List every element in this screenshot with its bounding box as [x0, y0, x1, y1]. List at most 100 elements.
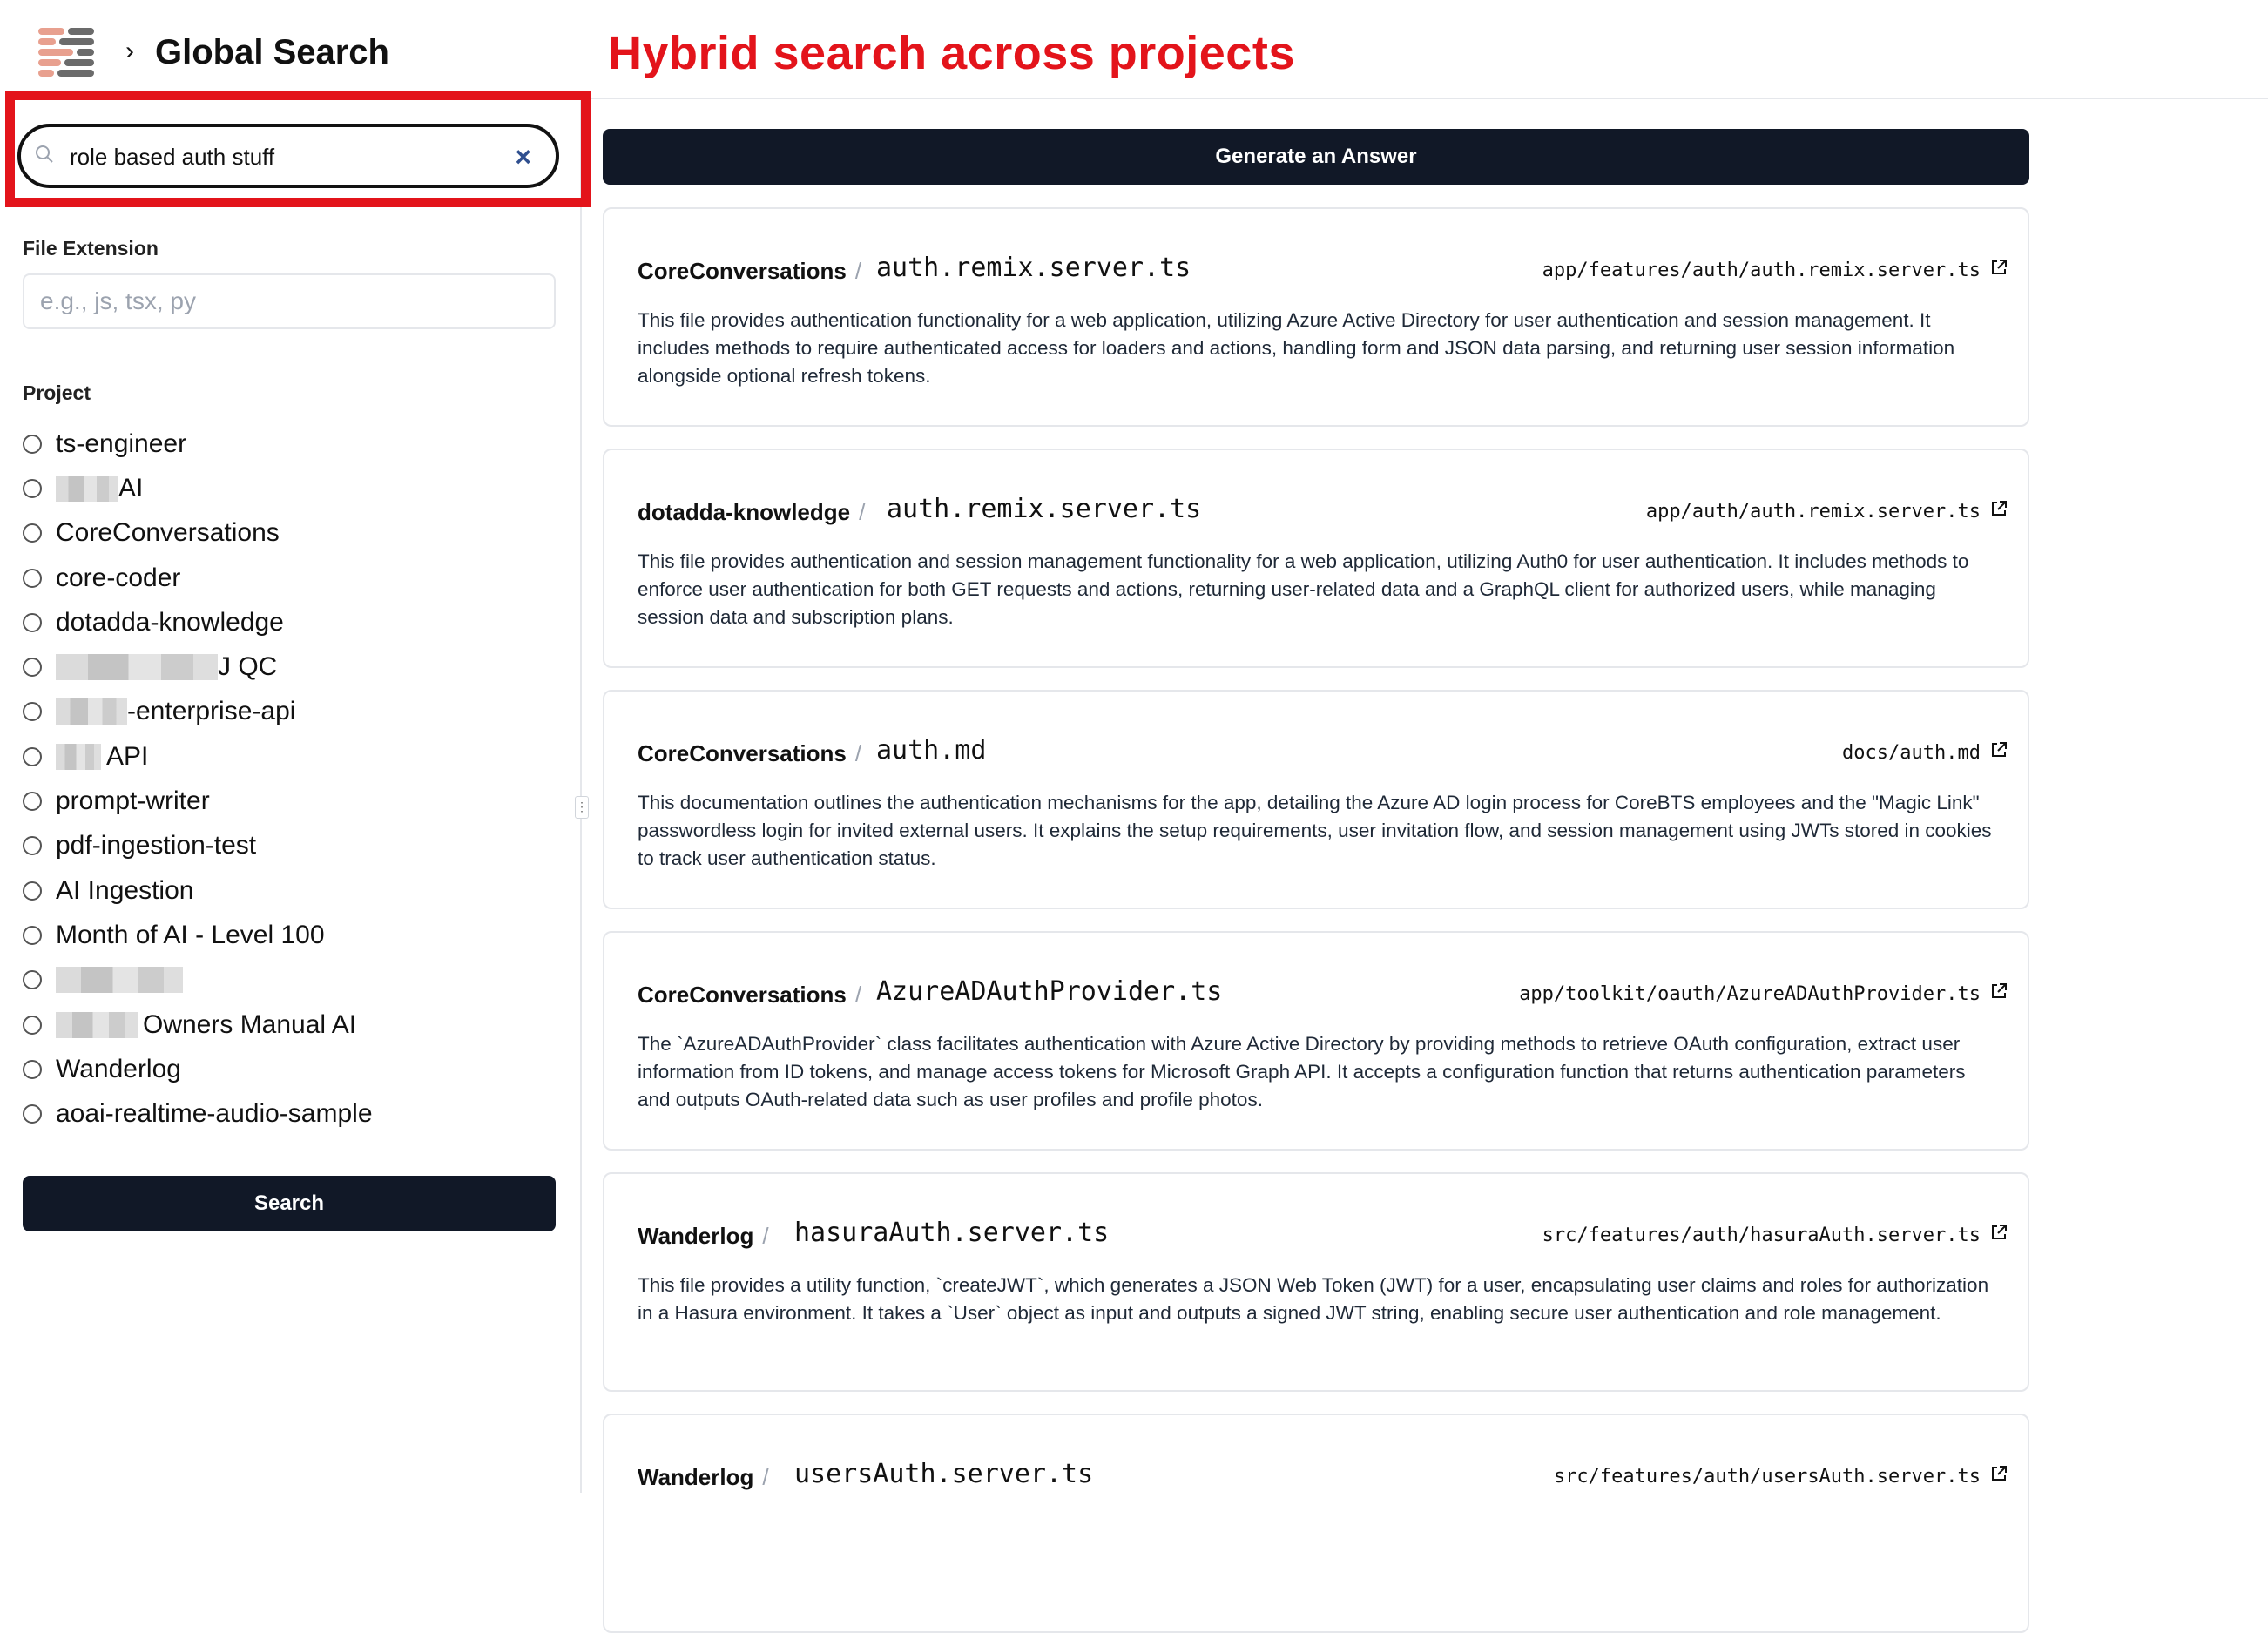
project-radio-list: ts-engineer AI CoreConversations core-co… [23, 422, 563, 1137]
project-option[interactable]: API [23, 734, 563, 779]
result-description: This documentation outlines the authenti… [638, 792, 1992, 869]
result-card: Wanderlog / hasuraAuth.server.ts src/feat… [603, 1172, 2029, 1392]
redacted-text [56, 1011, 138, 1038]
result-project: Wanderlog / [638, 1464, 769, 1491]
external-link-icon[interactable] [1989, 258, 2008, 277]
project-option[interactable]: prompt-writer [23, 779, 563, 823]
project-option-label: dotadda-knowledge [56, 607, 284, 637]
file-extension-label: File Extension [23, 237, 159, 260]
external-link-icon[interactable] [1989, 982, 2008, 1001]
result-filename: auth.md [876, 735, 987, 766]
radio-button[interactable] [23, 970, 42, 990]
result-filename: auth.remix.server.ts [887, 494, 1202, 524]
clear-search-icon[interactable]: × [515, 141, 531, 173]
result-description: This file provides authentication and se… [638, 550, 1969, 628]
result-project-name: Wanderlog [638, 1464, 754, 1490]
page-title: Global Search [155, 33, 389, 71]
radio-button[interactable] [23, 1104, 42, 1124]
result-file-path[interactable]: app/features/auth/auth.remix.server.ts [1542, 260, 1981, 281]
project-option-label: core-coder [56, 563, 181, 592]
path-separator: / [762, 1223, 769, 1249]
project-option-label: aoai-realtime-audio-sample [56, 1099, 373, 1129]
project-option[interactable]: AI [23, 466, 563, 510]
radio-button[interactable] [23, 881, 42, 901]
result-card: dotadda-knowledge / auth.remix.server.ts … [603, 449, 2029, 668]
external-link-icon[interactable] [1989, 1223, 2008, 1242]
result-project-name: dotadda-knowledge [638, 499, 851, 525]
result-file-path[interactable]: src/features/auth/hasuraAuth.server.ts [1542, 1225, 1981, 1246]
app-logo-icon[interactable] [38, 28, 94, 77]
panel-resize-handle-icon[interactable]: ⋮ [575, 796, 589, 819]
result-file-path[interactable]: docs/auth.md [1842, 742, 1981, 764]
radio-button[interactable] [23, 434, 42, 454]
path-separator: / [859, 499, 866, 525]
result-card: CoreConversations / auth.remix.server.ts … [603, 207, 2029, 427]
project-option-label: -enterprise-api [127, 697, 296, 726]
project-option[interactable]: Month of AI - Level 100 [23, 913, 563, 957]
redacted-text [56, 654, 218, 681]
path-separator: / [854, 982, 862, 1008]
project-option[interactable]: pdf-ingestion-test [23, 824, 563, 868]
radio-button[interactable] [23, 792, 42, 812]
search-icon [36, 145, 53, 163]
radio-button[interactable] [23, 1015, 42, 1035]
radio-button[interactable] [23, 478, 42, 498]
project-option-label: J QC [218, 652, 278, 682]
result-project-name: CoreConversations [638, 982, 847, 1008]
search-input[interactable] [68, 134, 489, 179]
external-link-icon[interactable] [1989, 1464, 2008, 1483]
redacted-text [56, 967, 183, 994]
file-extension-input[interactable] [23, 273, 556, 329]
path-separator: / [854, 258, 862, 284]
project-option-label: API [106, 741, 149, 771]
redacted-text [56, 743, 101, 770]
project-option-label: ts-engineer [56, 428, 187, 458]
result-file-path[interactable]: src/features/auth/usersAuth.server.ts [1554, 1466, 1981, 1488]
result-file-path[interactable]: app/toolkit/oauth/AzureADAuthProvider.ts [1519, 983, 1981, 1005]
project-option[interactable] [23, 958, 563, 1002]
radio-button[interactable] [23, 568, 42, 588]
path-separator: / [854, 740, 862, 766]
search-field[interactable]: × [17, 124, 559, 188]
radio-button[interactable] [23, 612, 42, 632]
result-filename: AzureADAuthProvider.ts [876, 976, 1223, 1007]
result-file-path[interactable]: app/auth/auth.remix.server.ts [1646, 501, 1981, 523]
external-link-icon[interactable] [1989, 740, 2008, 759]
project-option[interactable]: core-coder [23, 556, 563, 600]
generate-answer-button[interactable]: Generate an Answer [603, 129, 2029, 185]
result-project: CoreConversations / [638, 982, 861, 1009]
radio-button[interactable] [23, 925, 42, 945]
result-filename: usersAuth.server.ts [794, 1459, 1094, 1489]
project-option-label: pdf-ingestion-test [56, 831, 257, 860]
radio-button[interactable] [23, 658, 42, 678]
radio-button[interactable] [23, 1059, 42, 1079]
annotation-caption: Hybrid search across projects [608, 27, 1295, 79]
radio-button[interactable] [23, 836, 42, 856]
project-option-label: prompt-writer [56, 786, 210, 816]
project-option-label: Wanderlog [56, 1054, 181, 1083]
project-label: Project [23, 381, 91, 404]
project-option[interactable]: -enterprise-api [23, 690, 563, 734]
project-option[interactable]: CoreConversations [23, 511, 563, 556]
project-option-label: Month of AI - Level 100 [56, 920, 325, 949]
project-option[interactable]: AI Ingestion [23, 868, 563, 913]
result-project: dotadda-knowledge / [638, 499, 865, 526]
external-link-icon[interactable] [1989, 499, 2008, 518]
result-project-name: CoreConversations [638, 258, 847, 284]
result-project-name: CoreConversations [638, 740, 847, 766]
radio-button[interactable] [23, 746, 42, 766]
project-option[interactable]: Owners Manual AI [23, 1002, 563, 1047]
project-option[interactable]: J QC [23, 644, 563, 689]
radio-button[interactable] [23, 702, 42, 722]
result-description: This file provides a utility function, `… [638, 1274, 1989, 1324]
project-option[interactable]: aoai-realtime-audio-sample [23, 1091, 563, 1136]
breadcrumb-chevron-icon: › [125, 37, 134, 65]
redacted-text [56, 475, 118, 502]
project-option[interactable]: Wanderlog [23, 1047, 563, 1091]
search-button[interactable]: Search [23, 1176, 556, 1231]
project-option-label: AI Ingestion [56, 875, 194, 905]
project-option[interactable]: ts-engineer [23, 422, 563, 466]
project-option[interactable]: dotadda-knowledge [23, 600, 563, 644]
project-option-label: Owners Manual AI [143, 1009, 357, 1039]
radio-button[interactable] [23, 523, 42, 543]
